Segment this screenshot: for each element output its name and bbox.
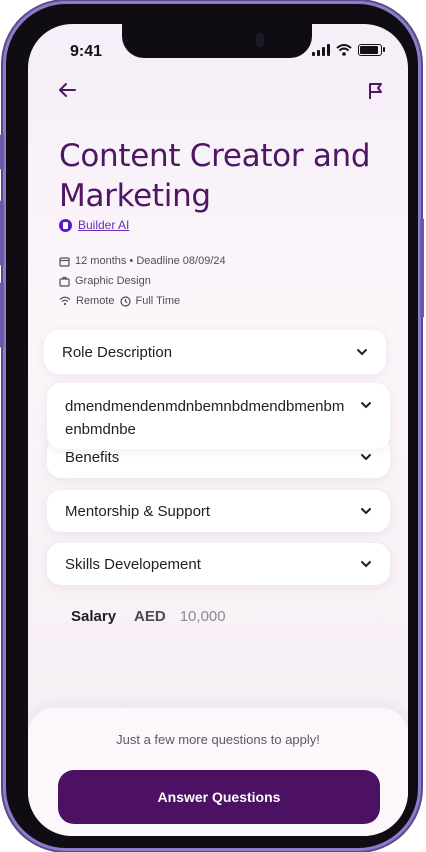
clock-icon xyxy=(119,295,131,307)
expanded-text: dmendmendenmdnbemnbdmendbmenbmenbmdnbe xyxy=(65,398,345,438)
volume-up-button xyxy=(0,200,4,266)
chevron-down-icon xyxy=(361,402,371,409)
answer-questions-button[interactable]: Answer Questions xyxy=(58,770,380,824)
camera-icon xyxy=(256,33,264,47)
job-type-text: Full Time xyxy=(135,295,181,307)
meta-work-type: Remote Full Time xyxy=(59,295,180,307)
battery-icon xyxy=(358,44,385,56)
notch xyxy=(122,24,312,58)
signal-icon xyxy=(312,44,330,56)
status-time: 9:41 xyxy=(70,43,103,60)
flag-icon[interactable] xyxy=(368,82,384,100)
accordion-mentorship[interactable]: Mentorship & Support xyxy=(47,490,390,532)
chevron-down-icon xyxy=(357,349,367,356)
role-description-label: Role Description xyxy=(62,343,173,361)
top-bar xyxy=(58,80,384,110)
salary-row: Salary AED 10,000 xyxy=(71,608,226,625)
volume-down-button xyxy=(0,282,4,348)
apply-hint: Just a few more questions to apply! xyxy=(116,732,320,747)
location-text: Remote xyxy=(76,295,115,307)
phone-frame: 9:41 Content Creator and Marketing Build… xyxy=(0,4,424,848)
mute-switch xyxy=(0,134,4,170)
wifi-icon xyxy=(336,44,352,56)
salary-label: Salary xyxy=(71,608,117,625)
chevron-down-icon xyxy=(361,561,371,568)
accordion-expanded-content[interactable]: dmendmendenmdnbemnbdmendbmenbmenbmdnbe xyxy=(47,383,390,449)
meta-category: Graphic Design xyxy=(59,275,151,287)
company-name[interactable]: Builder AI xyxy=(78,218,129,232)
benefits-label: Benefits xyxy=(65,448,120,466)
skills-label: Skills Developement xyxy=(65,555,201,573)
duration-deadline-text: 12 months • Deadline 08/09/24 xyxy=(75,255,226,267)
salary-amount: 10,000 xyxy=(179,608,226,625)
accordion-skills[interactable]: Skills Developement xyxy=(47,543,390,585)
wifi-small-icon xyxy=(59,296,71,306)
salary-currency: AED xyxy=(134,608,166,625)
mentorship-label: Mentorship & Support xyxy=(65,502,211,520)
company-link[interactable]: Builder AI xyxy=(59,218,129,232)
job-title: Content Creator and Marketing xyxy=(59,138,371,214)
accordion-role-description[interactable]: Role Description xyxy=(44,330,386,374)
power-button xyxy=(420,218,424,318)
screen: 9:41 Content Creator and Marketing Build… xyxy=(28,24,408,836)
back-arrow-icon[interactable] xyxy=(58,82,76,98)
apply-footer: Just a few more questions to apply! Answ… xyxy=(28,708,408,836)
category-text: Graphic Design xyxy=(75,275,151,287)
chevron-down-icon xyxy=(361,454,371,461)
status-icons xyxy=(312,44,385,56)
company-logo-icon xyxy=(59,218,72,232)
briefcase-icon xyxy=(59,276,70,287)
meta-duration: 12 months • Deadline 08/09/24 xyxy=(59,255,226,267)
chevron-down-icon xyxy=(361,508,371,515)
calendar-icon xyxy=(59,256,70,267)
